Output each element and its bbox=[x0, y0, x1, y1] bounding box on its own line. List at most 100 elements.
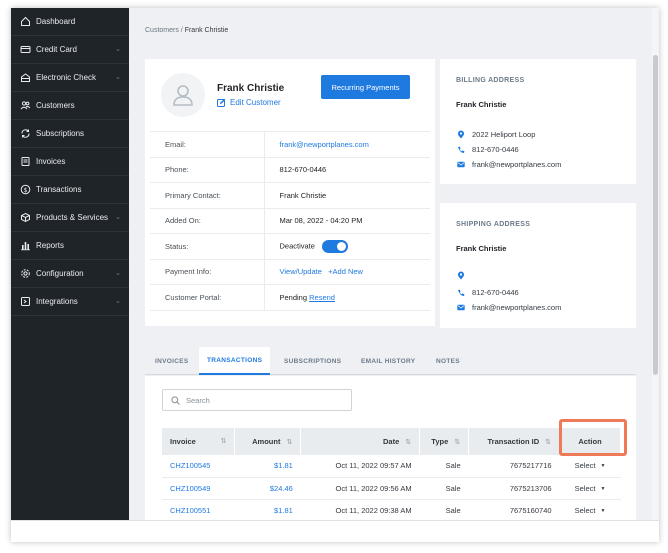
shipping-email-line: frank@newportplanes.com bbox=[456, 303, 561, 312]
header-label: Amount bbox=[252, 437, 281, 446]
payment-info-value: View/Update +Add New bbox=[264, 259, 430, 285]
page-scrollbar-thumb[interactable] bbox=[653, 55, 658, 375]
sidebar-item-dashboard[interactable]: Dashboard bbox=[11, 8, 129, 36]
invoice-link[interactable]: CHZ100551 bbox=[162, 499, 235, 522]
sort-icon: ⇅ bbox=[220, 438, 227, 445]
status-toggle[interactable] bbox=[322, 239, 349, 253]
column-header-type[interactable]: Type ⇅ bbox=[419, 428, 470, 455]
header-label: Invoice bbox=[170, 437, 196, 446]
customer-name: Frank Christie bbox=[217, 83, 285, 94]
gear-icon bbox=[20, 268, 31, 279]
sidebar-item-label: Configuration bbox=[36, 269, 84, 278]
customer-phone: 812-670-0446 bbox=[279, 165, 327, 175]
caret-down-icon: ▼ bbox=[600, 463, 606, 470]
info-label: Primary Contact: bbox=[150, 182, 265, 208]
info-row-primary-contact: Primary Contact: Frank Christie bbox=[150, 182, 430, 208]
email-icon bbox=[456, 160, 465, 169]
sidebar-item-label: Invoices bbox=[36, 157, 66, 166]
table-row: CHZ100549 $24.46 Oct 11, 2022 09:56 AM S… bbox=[162, 477, 621, 500]
header-label: Type bbox=[431, 437, 449, 446]
type-cell: Sale bbox=[419, 499, 469, 522]
sort-icon: ⇅ bbox=[454, 439, 461, 446]
type-cell: Sale bbox=[419, 477, 469, 500]
caret-down-icon: ▼ bbox=[600, 485, 606, 492]
action-select-label: Select bbox=[574, 505, 596, 515]
sidebar-item-invoices[interactable]: Invoices bbox=[11, 148, 129, 176]
sidebar-item-configuration[interactable]: Configuration ⌄ bbox=[11, 260, 129, 288]
sidebar-item-electronic-check[interactable]: Electronic Check ⌄ bbox=[11, 64, 129, 92]
tab-notes[interactable]: NOTES bbox=[436, 347, 460, 375]
info-row-status: Status: Deactivate bbox=[150, 233, 430, 260]
resend-link[interactable]: Resend bbox=[309, 293, 335, 302]
sidebar-item-transactions[interactable]: $ Transactions bbox=[11, 176, 129, 204]
info-label: Phone: bbox=[150, 157, 265, 183]
header-label: Date bbox=[383, 437, 400, 446]
amount-link[interactable]: $1.81 bbox=[234, 499, 301, 522]
primary-contact-value: Frank Christie bbox=[279, 190, 327, 200]
invoice-link[interactable]: CHZ100545 bbox=[162, 455, 235, 478]
amount-link[interactable]: $24.46 bbox=[234, 477, 301, 500]
refresh-icon bbox=[20, 128, 31, 139]
chevron-down-icon: ⌄ bbox=[115, 74, 121, 81]
sidebar-item-label: Integrations bbox=[36, 297, 78, 306]
added-on-value: Mar 08, 2022 - 04:20 PM bbox=[279, 216, 363, 226]
shipping-email: frank@newportplanes.com bbox=[472, 303, 562, 312]
sidebar-item-integrations[interactable]: Integrations ⌄ bbox=[11, 288, 129, 316]
info-row-added-on: Added On: Mar 08, 2022 - 04:20 PM bbox=[150, 208, 430, 234]
search-input[interactable]: Search bbox=[186, 396, 210, 405]
tab-subscriptions[interactable]: SUBSCRIPTIONS bbox=[284, 347, 341, 375]
column-header-invoice[interactable]: Invoice ⇅ bbox=[162, 428, 236, 455]
sidebar-item-subscriptions[interactable]: Subscriptions bbox=[11, 120, 129, 148]
chevron-down-icon: ⌄ bbox=[115, 46, 121, 53]
tab-email-history[interactable]: EMAIL HISTORY bbox=[361, 347, 415, 375]
column-header-transaction-id[interactable]: Transaction ID ⇅ bbox=[468, 428, 561, 455]
location-pin-icon bbox=[456, 130, 465, 139]
search-box[interactable]: Search bbox=[162, 389, 352, 411]
view-update-link[interactable]: View/Update bbox=[280, 267, 322, 276]
invoice-link[interactable]: CHZ100549 bbox=[162, 477, 235, 500]
shipping-address-title: SHIPPING ADDRESS bbox=[456, 221, 531, 228]
amount-link[interactable]: $1.81 bbox=[234, 455, 301, 478]
chevron-down-icon: ⌄ bbox=[115, 270, 121, 277]
date-cell: Oct 11, 2022 09:57 AM bbox=[300, 455, 420, 478]
edit-customer-link[interactable]: Edit Customer bbox=[217, 98, 281, 107]
breadcrumb-parent-link[interactable]: Customers bbox=[145, 27, 179, 34]
type-cell: Sale bbox=[419, 455, 469, 478]
status-value: Deactivate bbox=[264, 234, 430, 260]
column-header-date[interactable]: Date ⇅ bbox=[300, 428, 421, 455]
action-select[interactable]: Select ▼ bbox=[559, 499, 621, 522]
sidebar-item-reports[interactable]: Reports bbox=[11, 232, 129, 260]
billing-address-line: 2022 Heliport Loop bbox=[456, 130, 535, 139]
location-pin-icon bbox=[456, 271, 465, 280]
chevron-down-icon: ⌄ bbox=[115, 214, 121, 221]
column-header-amount[interactable]: Amount ⇅ bbox=[234, 428, 302, 455]
add-new-link[interactable]: +Add New bbox=[328, 267, 363, 276]
shipping-address-card: SHIPPING ADDRESS Frank Christie 812-670-… bbox=[440, 203, 636, 328]
action-select[interactable]: Select ▼ bbox=[559, 455, 621, 478]
invoice-icon bbox=[20, 156, 31, 167]
sidebar-item-credit-card[interactable]: Credit Card ⌄ bbox=[11, 36, 129, 64]
svg-text:$: $ bbox=[24, 187, 28, 194]
info-label: Customer Portal: bbox=[150, 284, 265, 310]
sidebar-item-customers[interactable]: Customers bbox=[11, 92, 129, 120]
action-select[interactable]: Select ▼ bbox=[559, 477, 621, 500]
billing-address-card: BILLING ADDRESS Frank Christie 2022 Heli… bbox=[440, 59, 636, 184]
header-label: Transaction ID bbox=[487, 437, 540, 446]
sidebar-item-label: Transactions bbox=[36, 185, 82, 194]
recurring-payments-button[interactable]: Recurring Payments bbox=[321, 75, 410, 99]
sidebar-item-products-services[interactable]: Products & Services ⌄ bbox=[11, 204, 129, 232]
caret-down-icon: ▼ bbox=[600, 507, 606, 514]
customer-portal-value: Pending Resend bbox=[264, 285, 430, 311]
search-icon bbox=[171, 395, 180, 405]
action-select-label: Select bbox=[574, 483, 596, 493]
portal-status: Pending bbox=[279, 292, 308, 302]
customer-email-link[interactable]: frank@newportplanes.com bbox=[264, 132, 430, 158]
dollar-circle-icon: $ bbox=[20, 184, 31, 195]
tab-invoices[interactable]: INVOICES bbox=[155, 347, 188, 375]
action-select-label: Select bbox=[574, 461, 596, 471]
sidebar-item-label: Customers bbox=[36, 101, 75, 110]
phone-icon bbox=[456, 145, 465, 154]
tab-transactions[interactable]: TRANSACTIONS bbox=[199, 347, 271, 375]
bottom-bar bbox=[11, 520, 659, 542]
sidebar-item-label: Electronic Check bbox=[36, 73, 97, 82]
